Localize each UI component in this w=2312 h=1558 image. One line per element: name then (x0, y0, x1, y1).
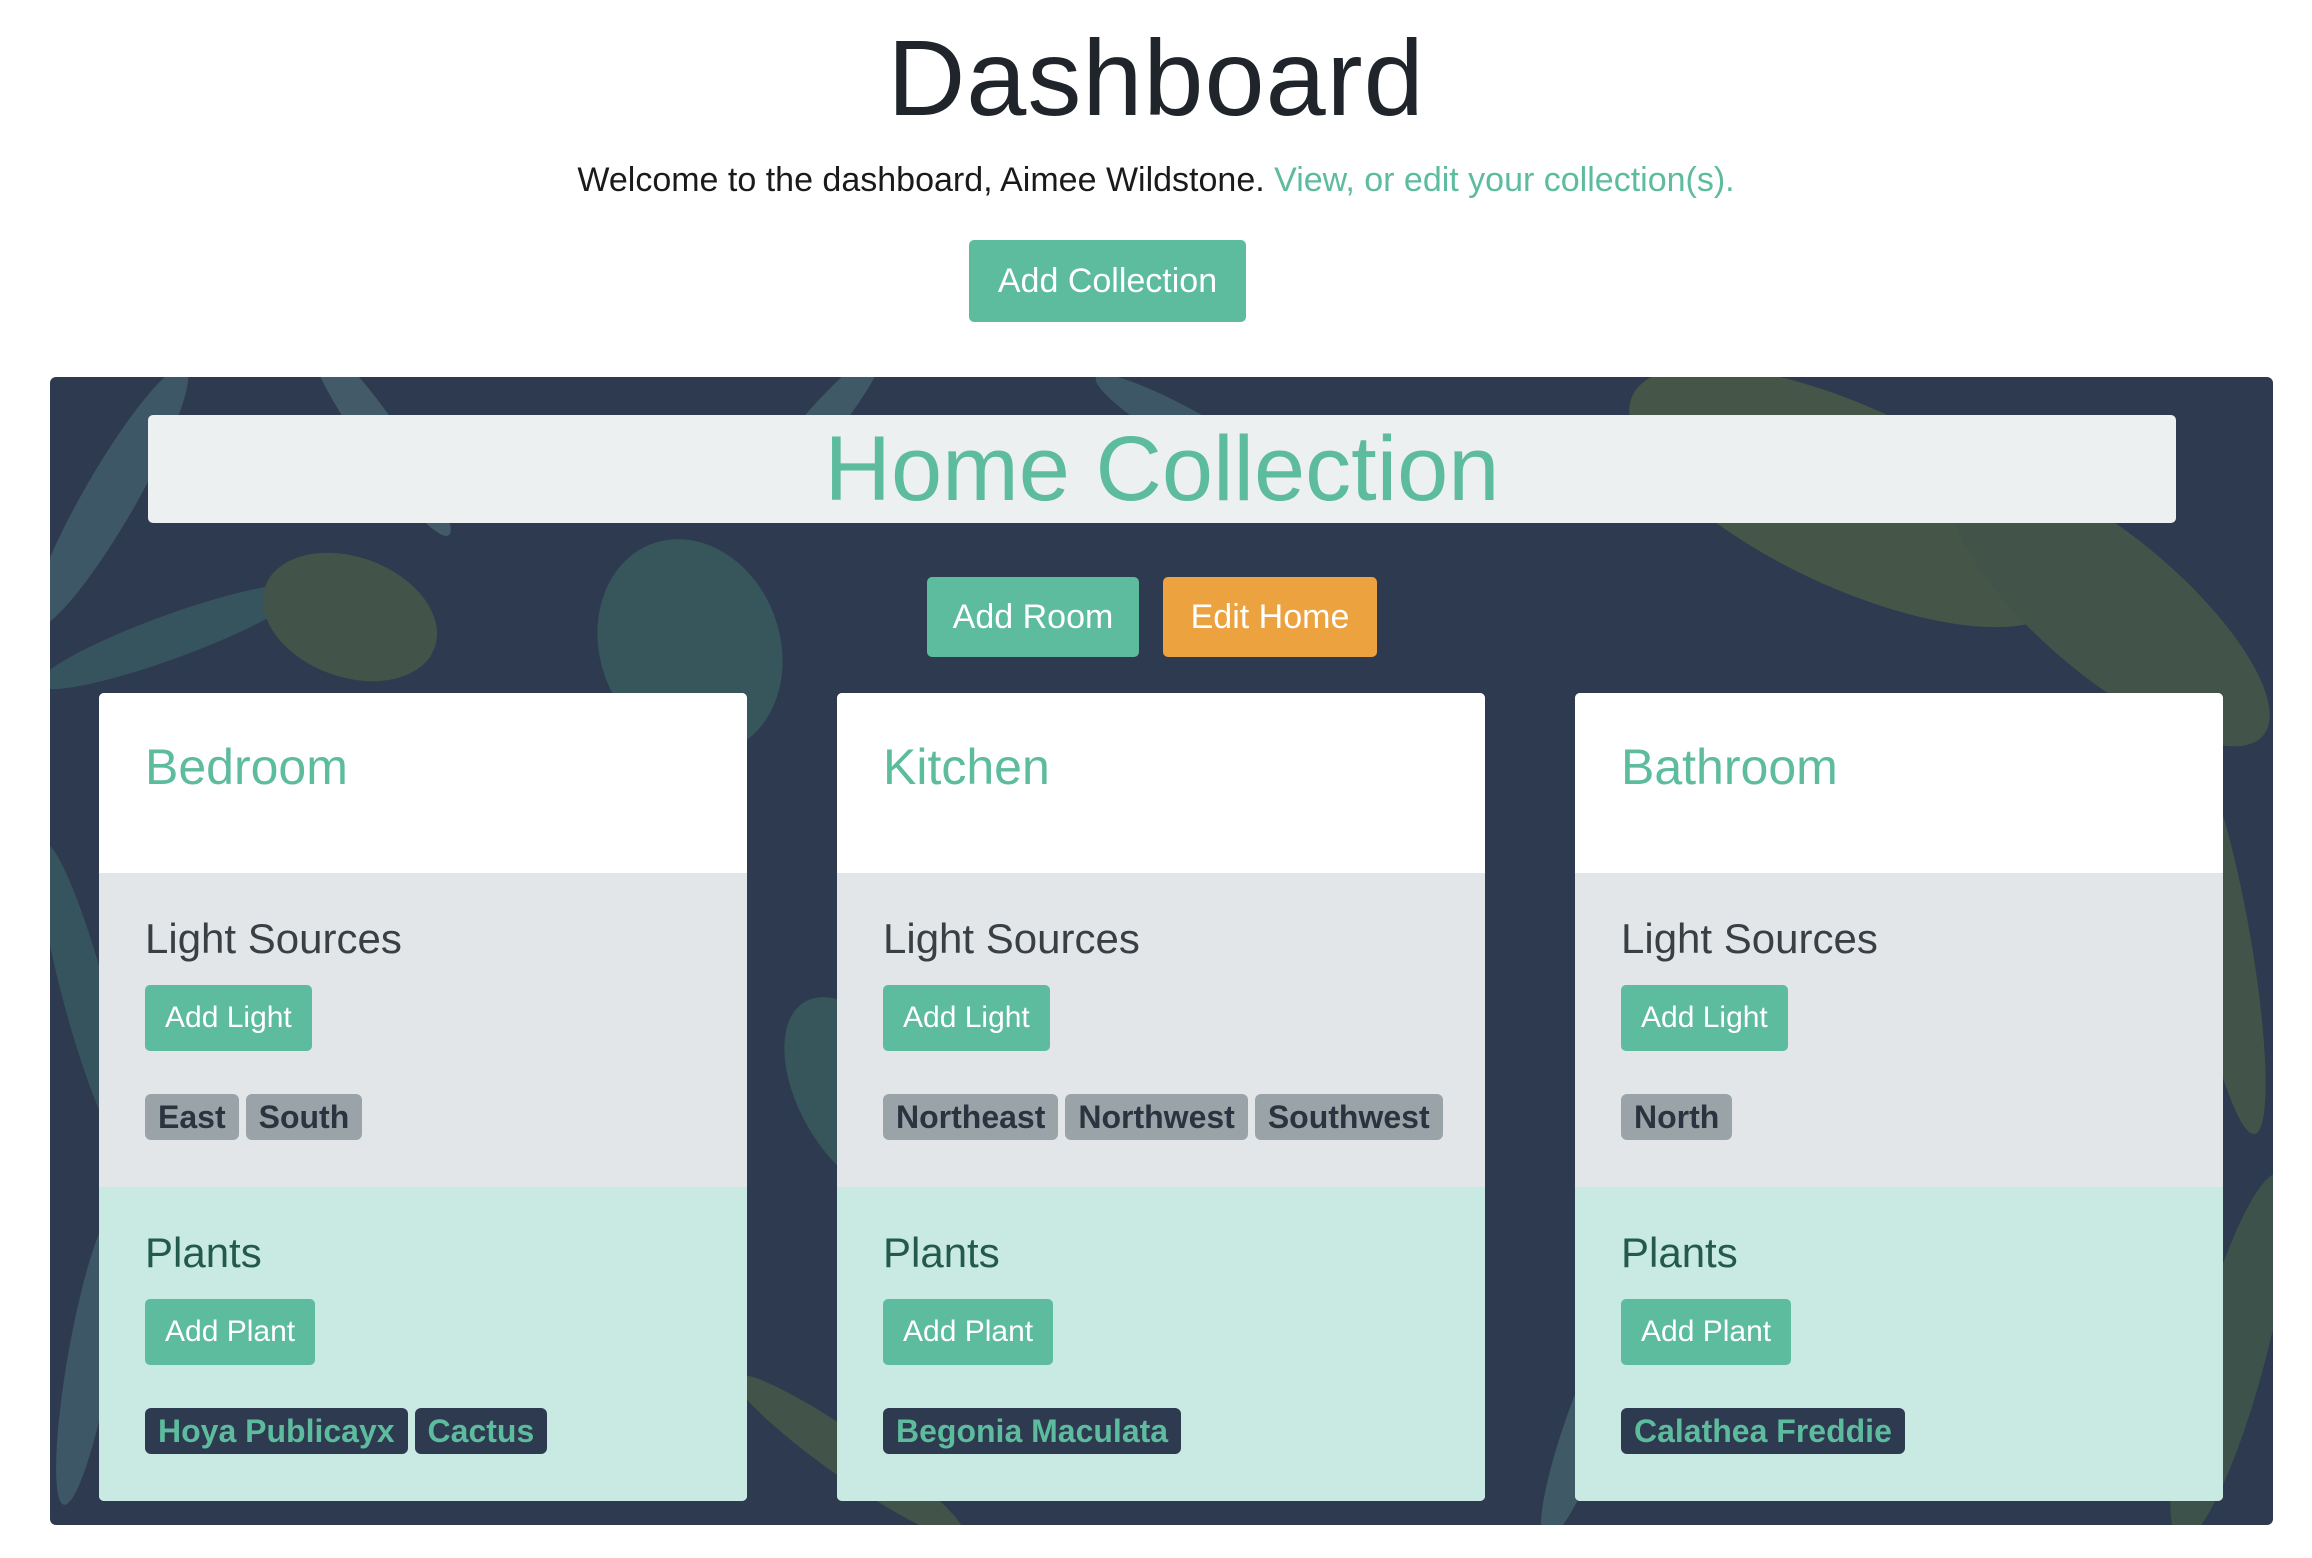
plant-tag[interactable]: Calathea Freddie (1621, 1408, 1905, 1454)
add-collection-button[interactable]: Add Collection (969, 240, 1246, 322)
room-card-bathroom: Bathroom Light Sources Add Light North P… (1575, 693, 2223, 1501)
light-tag[interactable]: Southwest (1254, 1094, 1443, 1140)
add-plant-button[interactable]: Add Plant (1621, 1299, 1792, 1365)
room-header: Bathroom (1575, 693, 2223, 873)
plants-title: Plants (145, 1229, 262, 1276)
plants-section: Plants Add Plant Begonia Maculata (837, 1187, 1485, 1501)
dashboard-page: Dashboard Welcome to the dashboard, Aime… (0, 0, 2312, 1558)
home-collection-panel: Home Collection Add Room Edit Home Bedro… (50, 377, 2273, 1525)
light-sources-section: Light Sources Add Light Northeast Northw… (837, 873, 1485, 1187)
add-light-button[interactable]: Add Light (145, 985, 312, 1051)
plants-section: Plants Add Plant Calathea Freddie (1575, 1187, 2223, 1501)
plants-title: Plants (1621, 1229, 1738, 1276)
light-sources-title: Light Sources (1621, 915, 1878, 962)
light-sources-title: Light Sources (883, 915, 1140, 962)
plants-title: Plants (883, 1229, 1000, 1276)
plants-section: Plants Add Plant Hoya Publicayx Cactus (99, 1187, 747, 1501)
light-sources-title: Light Sources (145, 915, 402, 962)
light-tag[interactable]: North (1621, 1094, 1733, 1140)
plant-tags: Begonia Maculata (883, 1408, 1182, 1454)
plant-tags: Calathea Freddie (1621, 1408, 1905, 1454)
add-room-button[interactable]: Add Room (927, 577, 1139, 657)
welcome-message: Welcome to the dashboard, Aimee Wildston… (0, 156, 2312, 204)
room-name[interactable]: Bedroom (145, 738, 348, 796)
light-tags: Northeast Northwest Southwest (883, 1094, 1443, 1140)
add-light-button[interactable]: Add Light (883, 985, 1050, 1051)
light-tags: East South (145, 1094, 363, 1140)
room-header: Kitchen (837, 693, 1485, 873)
light-tag[interactable]: Northwest (1065, 1094, 1248, 1140)
light-tag[interactable]: Northeast (883, 1094, 1059, 1140)
collection-title: Home Collection (148, 415, 2176, 523)
light-tags: North (1621, 1094, 1733, 1140)
plant-tag[interactable]: Cactus (414, 1408, 548, 1454)
add-light-button[interactable]: Add Light (1621, 985, 1788, 1051)
room-header: Bedroom (99, 693, 747, 873)
plant-tag[interactable]: Begonia Maculata (883, 1408, 1182, 1454)
add-plant-button[interactable]: Add Plant (883, 1299, 1054, 1365)
add-plant-button[interactable]: Add Plant (145, 1299, 316, 1365)
room-name[interactable]: Bathroom (1621, 738, 1838, 796)
light-sources-section: Light Sources Add Light North (1575, 873, 2223, 1187)
plant-tag[interactable]: Hoya Publicayx (145, 1408, 408, 1454)
plant-tags: Hoya Publicayx Cactus (145, 1408, 548, 1454)
page-title: Dashboard (887, 17, 1425, 138)
room-card-bedroom: Bedroom Light Sources Add Light East Sou… (99, 693, 747, 1501)
room-card-kitchen: Kitchen Light Sources Add Light Northeas… (837, 693, 1485, 1501)
light-tag[interactable]: East (145, 1094, 239, 1140)
welcome-text: Welcome to the dashboard, Aimee Wildston… (577, 161, 1265, 199)
light-sources-section: Light Sources Add Light East South (99, 873, 747, 1187)
light-tag[interactable]: South (245, 1094, 363, 1140)
edit-home-button[interactable]: Edit Home (1163, 577, 1377, 657)
view-collections-link[interactable]: View, or edit your collection(s). (1274, 161, 1734, 199)
room-name[interactable]: Kitchen (883, 738, 1050, 796)
